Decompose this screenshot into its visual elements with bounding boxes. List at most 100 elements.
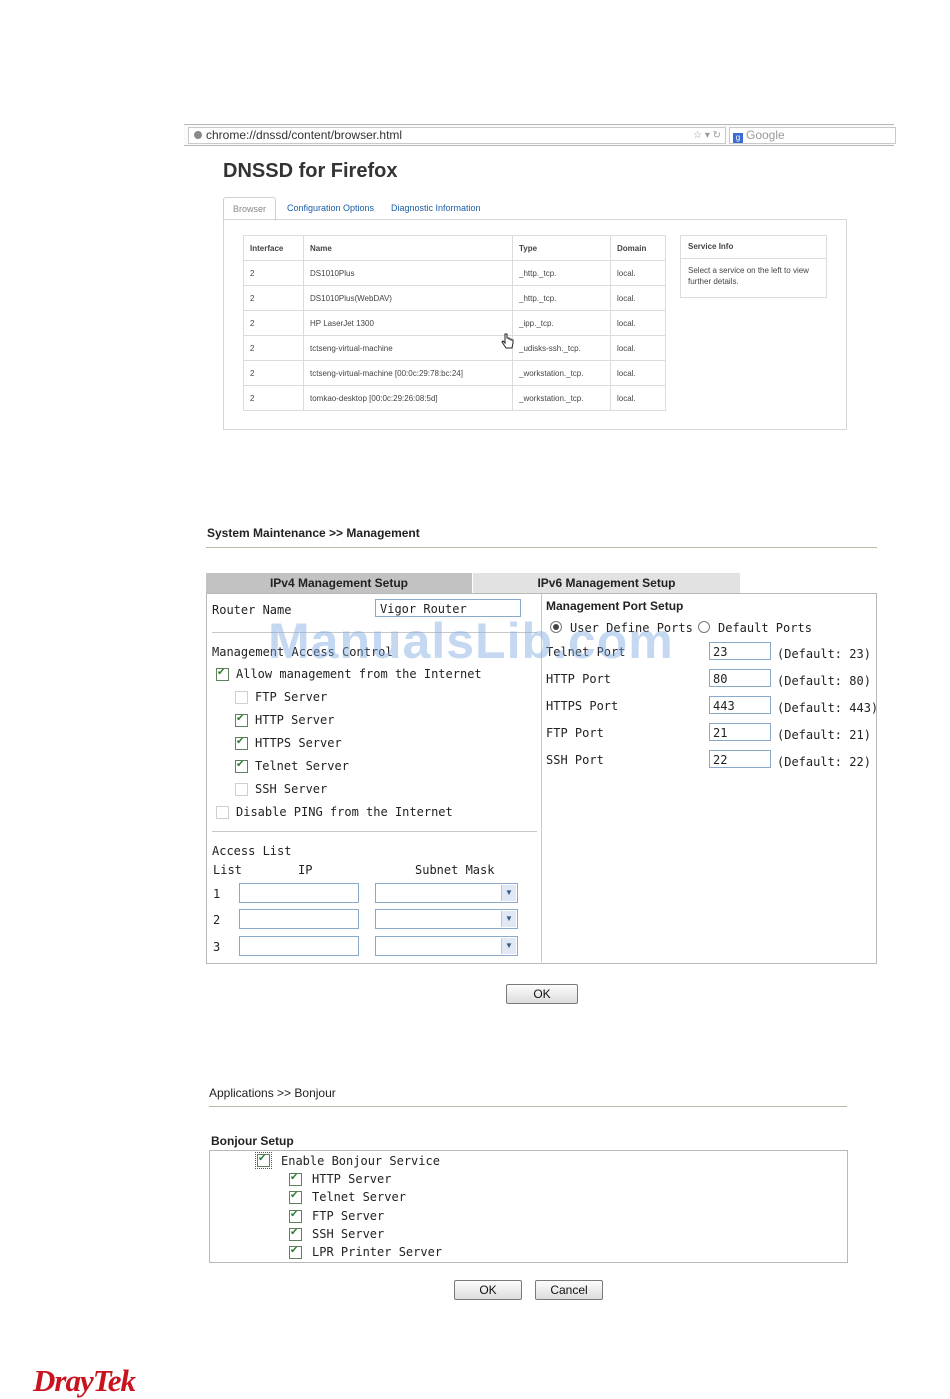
cell-type: _ipp._tcp. (512, 310, 611, 336)
chevron-down-icon: ▼ (501, 911, 516, 927)
cell-interface: 2 (243, 335, 304, 361)
address-bar[interactable]: chrome://dnssd/content/browser.html ☆ ▾ … (188, 127, 726, 144)
cell-domain: local. (610, 360, 666, 386)
bonjour-ssh-checkbox[interactable] (289, 1227, 302, 1241)
cell-domain: local. (610, 385, 666, 411)
table-row[interactable]: 2 DS1010Plus _http._tcp. local. (243, 260, 666, 286)
col-type: Type (512, 235, 611, 261)
ftp-port-input[interactable]: 21 (709, 723, 771, 741)
breadcrumb-divider (209, 1106, 847, 1107)
cell-name: DS1010Plus (303, 260, 513, 286)
cell-domain: local. (610, 260, 666, 286)
bookmark-star-icon[interactable]: ☆ ▾ ↻ (693, 128, 721, 143)
service-info-text: Select a service on the left to view fur… (688, 266, 809, 286)
http-server-label: HTTP Server (255, 713, 335, 727)
page-icon (194, 131, 202, 139)
ftp-port-label: FTP Port (546, 726, 604, 740)
management-breadcrumb: System Maintenance >> Management (207, 526, 420, 540)
tab-configuration-options[interactable]: Configuration Options (278, 197, 383, 219)
https-port-input[interactable]: 443 (709, 696, 771, 714)
subnet-mask-select[interactable]: ▼ (375, 883, 518, 903)
access-ip-input[interactable] (239, 936, 359, 956)
access-row-number: 3 (213, 940, 221, 954)
subnet-mask-select[interactable]: ▼ (375, 936, 518, 956)
telnet-server-checkbox[interactable] (235, 759, 248, 773)
cell-domain: local. (610, 310, 666, 336)
ssh-port-input[interactable]: 22 (709, 750, 771, 768)
table-row[interactable]: 2 tomkao-desktop [00:0c:29:26:08:5d] _wo… (243, 385, 666, 411)
access-row-number: 2 (213, 913, 221, 927)
telnet-server-label: Telnet Server (255, 759, 349, 773)
cell-type: _http._tcp. (512, 285, 611, 311)
page-title: DNSSD for Firefox (223, 160, 398, 182)
bonjour-ftp-checkbox[interactable] (289, 1209, 302, 1223)
service-info-panel: Service Info Select a service on the lef… (680, 235, 827, 298)
disable-ping-checkbox[interactable] (216, 806, 229, 819)
access-ip-input[interactable] (239, 909, 359, 929)
tab-ipv4-management[interactable]: IPv4 Management Setup (206, 573, 472, 593)
col-name: Name (303, 235, 513, 261)
access-row-number: 1 (213, 887, 221, 901)
https-server-checkbox[interactable] (235, 736, 248, 750)
bonjour-lpr-checkbox[interactable] (289, 1245, 302, 1259)
allow-internet-checkbox[interactable] (216, 667, 229, 681)
ok-button[interactable]: OK (506, 984, 578, 1004)
cell-interface: 2 (243, 360, 304, 386)
http-port-label: HTTP Port (546, 672, 612, 686)
access-list-col-mask: Subnet Mask (415, 863, 495, 877)
bonjour-ssh-label: SSH Server (312, 1227, 385, 1241)
http-port-input[interactable]: 80 (709, 669, 771, 687)
cell-type: _udisks-ssh._tcp. (512, 335, 611, 361)
bonjour-telnet-checkbox[interactable] (289, 1190, 302, 1204)
bonjour-http-label: HTTP Server (312, 1172, 392, 1186)
bonjour-ok-button[interactable]: OK (454, 1280, 522, 1300)
access-list-col-list: List (213, 863, 242, 877)
access-ip-input[interactable] (239, 883, 359, 903)
disable-ping-label: Disable PING from the Internet (236, 805, 453, 819)
search-box[interactable]: g Google (729, 127, 896, 144)
ssh-port-default: (Default: 22) (777, 755, 871, 769)
cell-type: _workstation._tcp. (512, 360, 611, 386)
col-domain: Domain (610, 235, 666, 261)
cell-type: _http._tcp. (512, 260, 611, 286)
telnet-port-input[interactable]: 23 (709, 642, 771, 660)
http-server-checkbox[interactable] (235, 713, 248, 727)
table-row[interactable]: 2 HP LaserJet 1300 _ipp._tcp. local. (243, 310, 666, 336)
access-list-col-ip: IP (298, 863, 313, 877)
tab-diagnostic-information[interactable]: Diagnostic Information (382, 197, 490, 219)
browser-toolbar: chrome://dnssd/content/browser.html ☆ ▾ … (184, 124, 896, 146)
table-row[interactable]: 2 DS1010Plus(WebDAV) _http._tcp. local. (243, 285, 666, 311)
ssh-server-checkbox[interactable] (235, 783, 248, 796)
bonjour-ftp-label: FTP Server (312, 1209, 385, 1223)
enable-bonjour-checkbox[interactable] (255, 1152, 272, 1169)
draytek-logo: DrayTek (33, 1363, 136, 1398)
telnet-port-default: (Default: 23) (777, 647, 871, 661)
google-icon: g (733, 133, 743, 143)
cell-name: tctseng-virtual-machine (303, 335, 513, 361)
default-ports-radio[interactable] (698, 621, 710, 633)
url-text: chrome://dnssd/content/browser.html (206, 128, 403, 142)
cell-domain: local. (610, 285, 666, 311)
bonjour-telnet-label: Telnet Server (312, 1190, 406, 1204)
ftp-server-checkbox[interactable] (235, 691, 248, 704)
https-port-default: (Default: 443) (777, 701, 879, 715)
cell-interface: 2 (243, 310, 304, 336)
ssh-server-label: SSH Server (255, 782, 328, 796)
bonjour-http-checkbox[interactable] (289, 1172, 302, 1186)
bonjour-cancel-button[interactable]: Cancel (535, 1280, 603, 1300)
https-port-label: HTTPS Port (546, 699, 619, 713)
tab-ipv6-management[interactable]: IPv6 Management Setup (473, 573, 740, 593)
tab-browser[interactable]: Browser (223, 197, 277, 221)
cell-interface: 2 (243, 285, 304, 311)
service-table: Interface Name Type Domain 2 DS1010Plus … (243, 235, 666, 411)
cell-type: _workstation._tcp. (512, 385, 611, 411)
table-row[interactable]: 2 tctseng-virtual-machine _udisks-ssh._t… (243, 335, 666, 361)
service-info-title: Service Info (681, 236, 826, 259)
table-row[interactable]: 2 tctseng-virtual-machine [00:0c:29:78:b… (243, 360, 666, 386)
hand-cursor-icon (501, 333, 514, 349)
cell-interface: 2 (243, 385, 304, 411)
cell-name: HP LaserJet 1300 (303, 310, 513, 336)
cell-name: tctseng-virtual-machine [00:0c:29:78:bc:… (303, 360, 513, 386)
https-server-label: HTTPS Server (255, 736, 342, 750)
subnet-mask-select[interactable]: ▼ (375, 909, 518, 929)
